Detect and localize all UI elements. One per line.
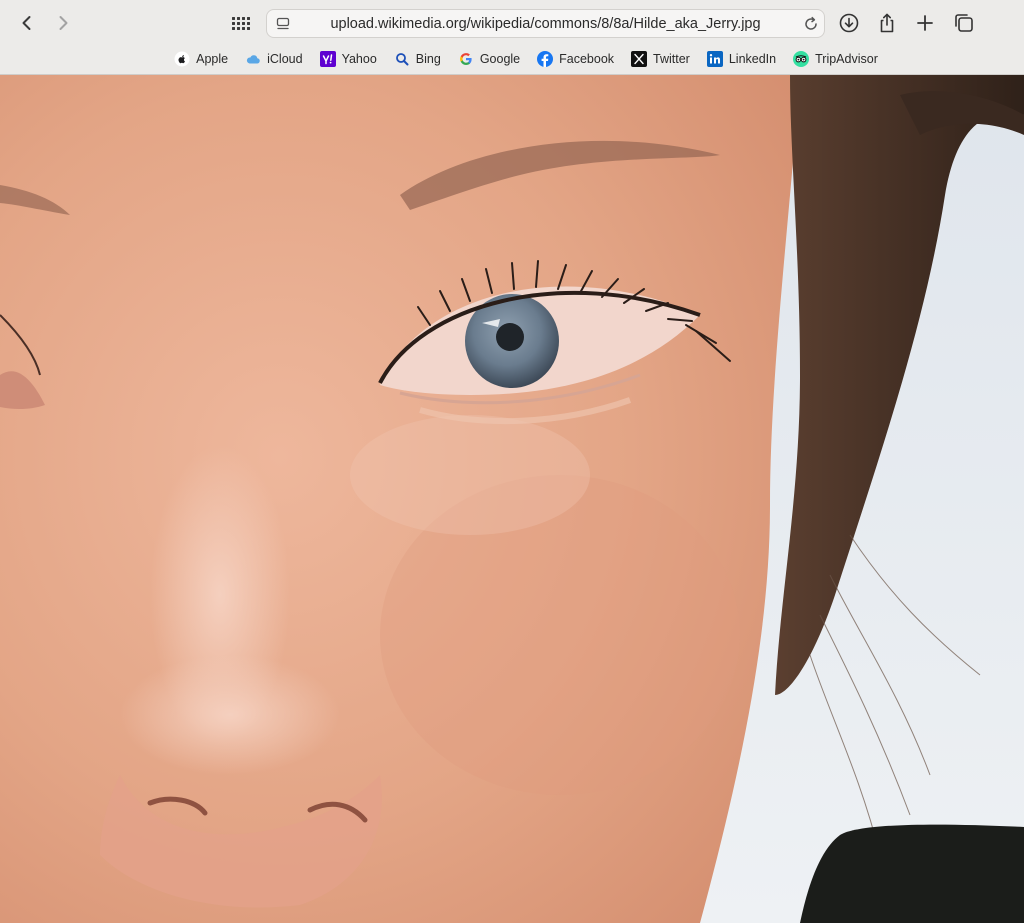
grid-icon (232, 17, 250, 30)
bookmark-bing[interactable]: Bing (394, 51, 441, 67)
page-settings-icon[interactable] (275, 16, 291, 32)
bookmark-label: iCloud (267, 52, 303, 66)
icloud-icon (245, 51, 261, 67)
bookmark-label: Google (479, 52, 521, 66)
linkedin-icon (706, 51, 723, 67)
share-icon (880, 13, 894, 33)
bookmark-label: LinkedIn (728, 52, 777, 66)
apple-icon (174, 51, 190, 67)
plus-icon (917, 15, 933, 31)
image-viewer (0, 75, 1024, 923)
bookmark-label: Bing (415, 52, 441, 66)
bookmark-label: Yahoo (341, 52, 377, 66)
bookmark-google[interactable]: Google (458, 51, 520, 67)
download-button[interactable] (837, 11, 861, 35)
bookmark-label: Facebook (559, 52, 615, 66)
new-tab-button[interactable] (913, 11, 937, 35)
chevron-right-icon (59, 16, 68, 30)
facebook-icon (537, 51, 554, 67)
bookmark-twitter[interactable]: Twitter (631, 51, 690, 67)
favorites-bar: Apple iCloud Yahoo Bing Google Facebook … (0, 47, 1024, 71)
bookmark-facebook[interactable]: Facebook (537, 51, 614, 67)
tabs-overview-button[interactable] (952, 11, 976, 35)
bookmark-apple[interactable]: Apple (174, 51, 228, 67)
download-icon (839, 13, 859, 33)
address-bar[interactable]: upload.wikimedia.org/wikipedia/commons/8… (266, 9, 825, 38)
tab-grid-button[interactable] (229, 11, 253, 35)
face-photo (0, 75, 1024, 923)
browser-toolbar: upload.wikimedia.org/wikipedia/commons/8… (0, 0, 1024, 75)
url-text[interactable]: upload.wikimedia.org/wikipedia/commons/8… (297, 10, 794, 39)
bookmark-linkedin[interactable]: LinkedIn (706, 51, 777, 67)
forward-button[interactable] (50, 10, 76, 36)
twitter-x-icon (631, 51, 648, 67)
yahoo-icon (319, 51, 336, 67)
bookmark-label: TripAdvisor (815, 52, 878, 66)
tabs-icon (955, 14, 973, 32)
bookmark-icloud[interactable]: iCloud (245, 51, 303, 67)
bookmark-yahoo[interactable]: Yahoo (319, 51, 377, 67)
google-icon (458, 51, 474, 67)
bookmark-label: Twitter (653, 52, 690, 66)
bing-icon (394, 51, 410, 67)
bookmark-tripadvisor[interactable]: TripAdvisor (793, 51, 878, 67)
chevron-left-icon (22, 16, 31, 30)
back-button[interactable] (14, 10, 40, 36)
reload-icon[interactable] (802, 15, 820, 33)
bookmark-label: Apple (196, 52, 229, 66)
share-button[interactable] (875, 11, 899, 35)
tripadvisor-icon (793, 51, 810, 67)
